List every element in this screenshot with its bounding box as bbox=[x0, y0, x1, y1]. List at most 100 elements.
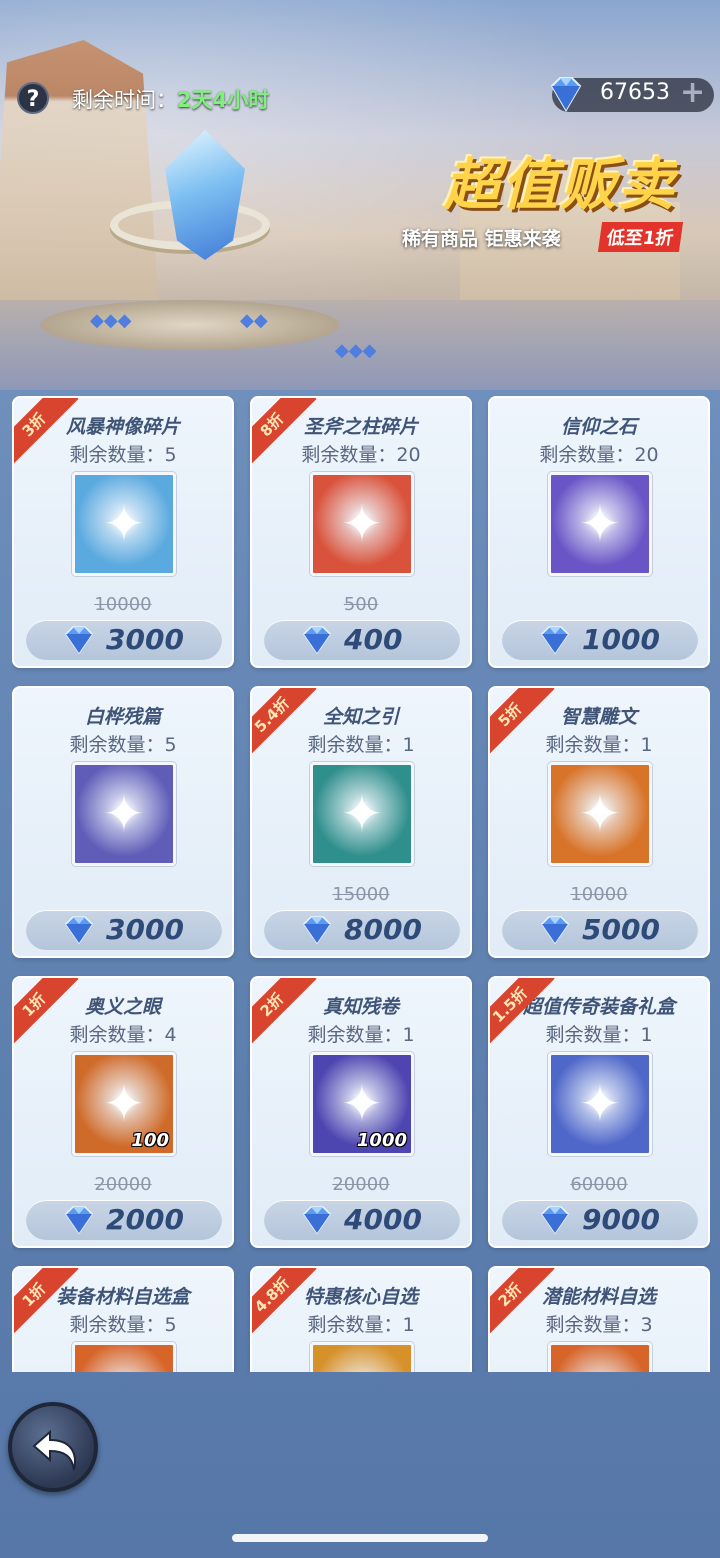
item-remaining: 剩余数量：1 bbox=[307, 1314, 415, 1336]
price-value: 3000 bbox=[106, 913, 184, 946]
omniscience-orb-icon: ✦ bbox=[310, 762, 414, 866]
shop-item-card[interactable]: 风暴神像碎片 剩余数量：5 3折 ✦ 10000 3000 bbox=[12, 396, 234, 668]
axe-pillar-shard-icon: ✦ bbox=[310, 472, 414, 576]
price-value: 1000 bbox=[582, 623, 660, 656]
help-button[interactable]: ? bbox=[17, 82, 49, 114]
price-value: 8000 bbox=[344, 913, 422, 946]
original-price: 10000 bbox=[94, 594, 152, 615]
gem-pile-icon: ◆◆◆ bbox=[335, 340, 377, 361]
diamond-icon bbox=[541, 916, 569, 944]
shop-item-card[interactable]: 特惠核心自选剩余数量：14.8折✦ bbox=[250, 1266, 472, 1372]
gem-pile-icon: ◆◆ bbox=[240, 310, 268, 331]
diamond-icon bbox=[65, 916, 93, 944]
item-art: ✦ bbox=[313, 1345, 411, 1372]
item-quantity: 1000 bbox=[356, 1130, 407, 1151]
original-price: 500 bbox=[343, 594, 379, 615]
item-remaining: 剩余数量：5 bbox=[69, 734, 177, 756]
item-remaining: 剩余数量：5 bbox=[69, 444, 177, 466]
item-art: ✦ bbox=[103, 785, 145, 843]
gem-pile-icon: ◆◆◆ bbox=[90, 310, 132, 331]
original-price: 20000 bbox=[332, 1174, 390, 1195]
item-remaining: 剩余数量：1 bbox=[307, 1024, 415, 1046]
item-name: 信仰之石 bbox=[560, 416, 637, 438]
price-value: 5000 bbox=[582, 913, 660, 946]
buy-button[interactable]: 400 bbox=[264, 620, 460, 660]
item-quantity: 100 bbox=[131, 1130, 169, 1151]
birch-fragment-icon: ✦ bbox=[72, 762, 176, 866]
shop-item-card[interactable]: 智慧雕文 剩余数量：1 5折 ✦ 10000 5000 bbox=[488, 686, 710, 958]
diamond-icon bbox=[550, 77, 582, 112]
mystic-eye-icon: ✦ 100 bbox=[72, 1052, 176, 1156]
legendary-gear-box-icon: ✦ bbox=[548, 1052, 652, 1156]
diamond-icon bbox=[303, 626, 331, 654]
item-remaining: 剩余数量：4 bbox=[69, 1024, 177, 1046]
page-subtitle: 稀有商品 钜惠来袭 bbox=[402, 228, 561, 250]
item-remaining: 剩余数量：1 bbox=[545, 1024, 653, 1046]
faith-stone-icon: ✦ bbox=[548, 472, 652, 576]
diamond-icon bbox=[303, 916, 331, 944]
shop-item-card[interactable]: 真知残卷 剩余数量：1 2折 ✦ 1000 20000 4000 bbox=[250, 976, 472, 1248]
core-select-icon: ✦ bbox=[310, 1342, 414, 1372]
item-remaining: 剩余数量：1 bbox=[307, 734, 415, 756]
pedestal-illustration bbox=[40, 300, 340, 350]
wisdom-glyph-icon: ✦ bbox=[548, 762, 652, 866]
buy-button[interactable]: 8000 bbox=[264, 910, 460, 950]
item-art: ✦ bbox=[579, 495, 621, 553]
item-art: ✦ bbox=[103, 495, 145, 553]
back-button[interactable] bbox=[8, 1402, 98, 1492]
castle-illustration bbox=[0, 40, 160, 320]
add-currency-button[interactable]: + bbox=[680, 78, 705, 108]
shop-item-card[interactable]: 潜能材料自选剩余数量：32折✦ bbox=[488, 1266, 710, 1372]
price-value: 400 bbox=[344, 623, 403, 656]
original-price: 15000 bbox=[332, 884, 390, 905]
diamond-icon bbox=[541, 1206, 569, 1234]
diamond-icon bbox=[541, 626, 569, 654]
timer-label: 剩余时间： bbox=[72, 88, 177, 112]
buy-button[interactable]: 4000 bbox=[264, 1200, 460, 1240]
buy-button[interactable]: 2000 bbox=[26, 1200, 222, 1240]
sale-badge: 低至1折 bbox=[597, 222, 683, 252]
shop-item-card[interactable]: 超值传奇装备礼盒 剩余数量：1 1.5折 ✦ 60000 9000 bbox=[488, 976, 710, 1248]
buy-button[interactable]: 3000 bbox=[26, 620, 222, 660]
item-art: ✦ bbox=[75, 1345, 173, 1372]
item-art: ✦ bbox=[341, 785, 383, 843]
home-indicator[interactable] bbox=[232, 1534, 488, 1542]
original-price: 10000 bbox=[570, 884, 628, 905]
remaining-time: 剩余时间：2天4小时 bbox=[72, 84, 269, 114]
shop-item-card[interactable]: 装备材料自选盒剩余数量：51折✦ bbox=[12, 1266, 234, 1372]
shop-item-grid: 风暴神像碎片 剩余数量：5 3折 ✦ 10000 3000 圣斧之柱碎片 剩余数量：20 8折 ✦… bbox=[12, 396, 710, 1372]
price-value: 9000 bbox=[582, 1203, 660, 1236]
price-value: 4000 bbox=[344, 1203, 422, 1236]
diamond-icon bbox=[303, 1206, 331, 1234]
price-value: 3000 bbox=[106, 623, 184, 656]
buy-button[interactable]: 3000 bbox=[26, 910, 222, 950]
shop-item-card[interactable]: 信仰之石剩余数量：20 ✦ 1000 bbox=[488, 396, 710, 668]
original-price: 60000 bbox=[570, 1174, 628, 1195]
shop-item-card[interactable]: 全知之引 剩余数量：1 5.4折 ✦ 15000 8000 bbox=[250, 686, 472, 958]
item-remaining: 剩余数量：20 bbox=[301, 444, 421, 466]
crystal-illustration bbox=[165, 130, 245, 260]
truth-scroll-icon: ✦ 1000 bbox=[310, 1052, 414, 1156]
diamond-icon bbox=[65, 1206, 93, 1234]
item-name: 白桦残篇 bbox=[84, 706, 161, 728]
currency-value: 67653 bbox=[600, 80, 670, 105]
diamond-icon bbox=[65, 626, 93, 654]
item-art: ✦ bbox=[551, 1345, 649, 1372]
back-arrow-icon bbox=[32, 1429, 76, 1471]
shop-item-card[interactable]: 奥义之眼 剩余数量：4 1折 ✦ 100 20000 2000 bbox=[12, 976, 234, 1248]
item-remaining: 剩余数量：20 bbox=[539, 444, 659, 466]
buy-button[interactable]: 1000 bbox=[502, 620, 698, 660]
price-value: 2000 bbox=[106, 1203, 184, 1236]
item-remaining: 剩余数量：5 bbox=[69, 1314, 177, 1336]
item-art: ✦ bbox=[579, 1075, 621, 1133]
item-remaining: 剩余数量：3 bbox=[545, 1314, 653, 1336]
page-title: 超值贩卖 bbox=[444, 153, 676, 218]
item-remaining: 剩余数量：1 bbox=[545, 734, 653, 756]
statue-shard-icon: ✦ bbox=[72, 472, 176, 576]
shop-item-card[interactable]: 圣斧之柱碎片 剩余数量：20 8折 ✦ 500 400 bbox=[250, 396, 472, 668]
buy-button[interactable]: 9000 bbox=[502, 1200, 698, 1240]
shop-item-card[interactable]: 白桦残篇剩余数量：5 ✦ 3000 bbox=[12, 686, 234, 958]
potential-material-icon: ✦ bbox=[548, 1342, 652, 1372]
buy-button[interactable]: 5000 bbox=[502, 910, 698, 950]
gear-material-box-icon: ✦ bbox=[72, 1342, 176, 1372]
